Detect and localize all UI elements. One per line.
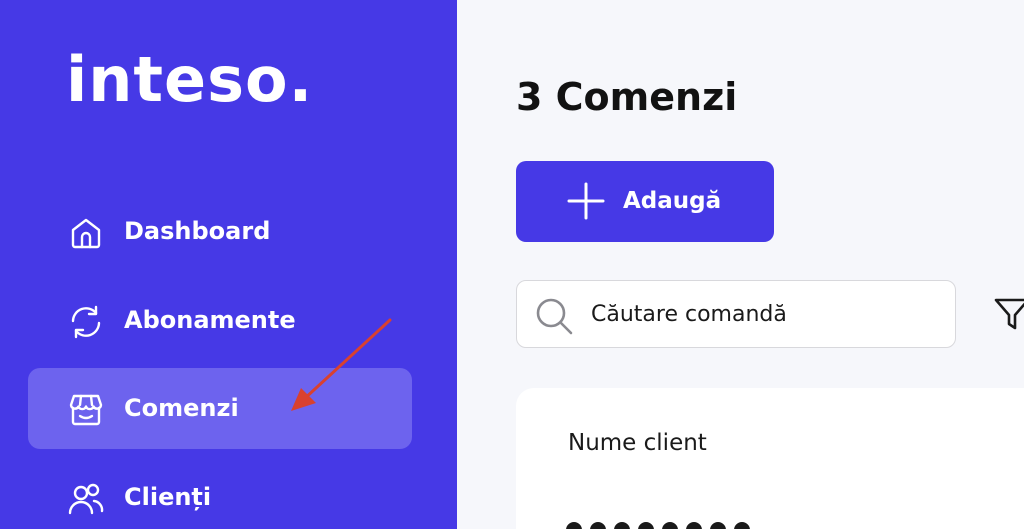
orders-table: Nume client <box>516 388 1024 529</box>
main-content: 3 Comenzi Adaugă Nume client <box>457 0 1024 529</box>
add-button[interactable]: Adaugă <box>516 161 774 242</box>
sidebar-item-label: Abonamente <box>124 306 296 334</box>
filter-icon[interactable] <box>994 296 1024 332</box>
sidebar: inteso. Dashboard Abonamente Comenzi Cli… <box>0 0 457 529</box>
add-button-label: Adaugă <box>623 188 722 214</box>
search-icon <box>536 298 573 335</box>
sidebar-item-comenzi[interactable]: Comenzi <box>28 368 412 449</box>
sidebar-item-label: Dashboard <box>124 217 271 245</box>
column-header-client-name: Nume client <box>568 430 707 456</box>
refresh-icon <box>71 305 101 339</box>
users-icon <box>68 483 104 515</box>
app-window: inteso. Dashboard Abonamente Comenzi Cli… <box>0 0 1024 529</box>
sidebar-item-abonamente[interactable]: Abonamente <box>28 280 412 361</box>
sidebar-item-label: Comenzi <box>124 394 239 422</box>
brand-logo[interactable]: inteso. <box>66 44 313 116</box>
sidebar-item-dashboard[interactable]: Dashboard <box>28 191 412 272</box>
plus-icon <box>567 182 605 220</box>
sidebar-item-clienti[interactable]: Clienți <box>28 457 412 529</box>
store-icon <box>69 394 103 426</box>
search-box <box>516 280 956 348</box>
table-row[interactable] <box>566 522 826 529</box>
search-input[interactable] <box>591 281 941 347</box>
home-icon <box>71 218 101 249</box>
sidebar-item-label: Clienți <box>124 483 212 511</box>
page-title: 3 Comenzi <box>516 75 738 119</box>
